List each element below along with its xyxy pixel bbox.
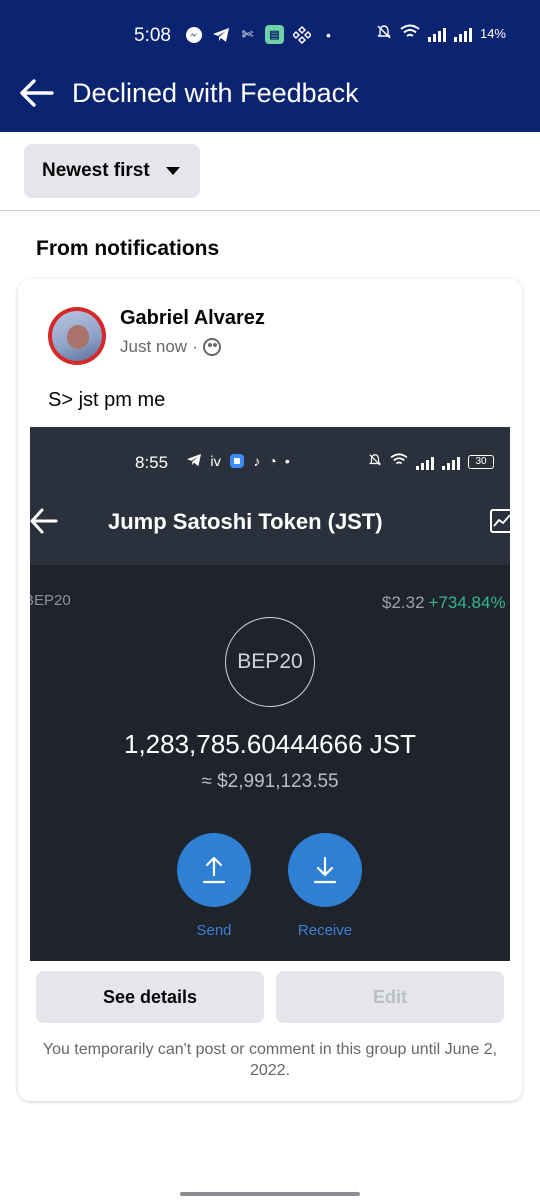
image-system-icons: 30 bbox=[368, 453, 494, 470]
page-title: Declined with Feedback bbox=[72, 78, 359, 108]
image-status-time: 8:55 bbox=[135, 453, 169, 472]
more-notifications-icon: • bbox=[284, 453, 290, 469]
app-icon: ⅳ bbox=[210, 453, 222, 469]
telegram-icon bbox=[211, 25, 230, 44]
chart-icon bbox=[490, 509, 510, 533]
image-notification-icons: ⅳ ♪ ◔ • bbox=[186, 453, 290, 472]
post-text: S> jst pm me bbox=[48, 389, 166, 411]
messenger-icon bbox=[184, 25, 203, 44]
edit-button: Edit bbox=[276, 971, 504, 1023]
divider bbox=[0, 210, 540, 211]
restriction-notice: You temporarily can't post or comment in… bbox=[42, 1041, 498, 1079]
image-price-value: $2.32 bbox=[382, 593, 425, 612]
signal-icon bbox=[427, 26, 446, 42]
section-title: From notifications bbox=[36, 237, 220, 260]
shopping-app-icon: ▤ bbox=[265, 25, 284, 44]
app-header: 5:08 ✄ ▤ • 14% Declined with Feedback bbox=[0, 0, 540, 132]
notification-icons: ✄ ▤ • bbox=[184, 25, 338, 44]
header-row: Declined with Feedback bbox=[0, 72, 540, 116]
signal-icon-2 bbox=[442, 454, 460, 470]
upload-arrow-icon bbox=[202, 856, 226, 884]
home-indicator[interactable] bbox=[180, 1192, 360, 1196]
post-card: Gabriel Alvarez Just now · S> jst pm me … bbox=[18, 279, 522, 1101]
send-label: Send bbox=[196, 922, 232, 939]
token-fiat-value: ≈ $2,991,123.55 bbox=[201, 771, 339, 792]
status-bar: 5:08 ✄ ▤ • 14% bbox=[0, 20, 540, 50]
blue-app-icon bbox=[229, 453, 245, 472]
tiktok-icon: ♪ bbox=[253, 453, 261, 469]
wifi-icon bbox=[390, 453, 408, 470]
image-token-title: Jump Satoshi Token (JST) bbox=[108, 509, 383, 534]
token-logo-text: BEP20 bbox=[237, 650, 303, 673]
token-amount: 1,283,785.60444666 JST bbox=[123, 729, 417, 759]
post-meta: Just now · bbox=[120, 337, 221, 357]
app-icon: ✄ bbox=[241, 26, 254, 42]
signal-icon bbox=[416, 454, 434, 470]
battery-level: 14% bbox=[479, 26, 506, 41]
receive-circle bbox=[288, 833, 362, 907]
see-details-button[interactable]: See details bbox=[36, 971, 264, 1023]
image-back-arrow-icon bbox=[30, 507, 58, 535]
group-privacy-icon bbox=[202, 338, 221, 356]
post-time: Just now bbox=[120, 337, 188, 356]
download-arrow-icon bbox=[313, 856, 337, 884]
image-network-label: BEP20 bbox=[30, 592, 71, 609]
meta-separator: · bbox=[192, 337, 198, 356]
receive-label: Receive bbox=[297, 922, 353, 939]
system-icons: 14% bbox=[376, 24, 506, 43]
wifi-icon bbox=[400, 24, 420, 43]
more-notifications-icon: • bbox=[326, 26, 331, 43]
sort-dropdown[interactable]: Newest first bbox=[24, 144, 200, 198]
token-logo: BEP20 bbox=[225, 617, 315, 707]
post-author[interactable]: Gabriel Alvarez bbox=[120, 307, 265, 330]
sort-label: Newest first bbox=[42, 160, 150, 181]
image-app-header: 8:55 ⅳ ♪ ◔ • 30 Jump Satoshi Token (JST) bbox=[30, 427, 510, 565]
binance-icon bbox=[292, 25, 311, 44]
mute-icon bbox=[376, 24, 392, 43]
avatar-photo bbox=[52, 311, 102, 361]
signal-icon-2 bbox=[453, 26, 472, 42]
back-arrow-icon[interactable] bbox=[20, 78, 54, 108]
telegram-icon bbox=[186, 453, 202, 472]
status-time: 5:08 bbox=[134, 25, 171, 46]
image-price-change: +734.84% bbox=[428, 593, 506, 612]
mute-icon bbox=[368, 453, 382, 470]
battery-icon: 30 bbox=[468, 454, 494, 469]
post-image[interactable]: 8:55 ⅳ ♪ ◔ • 30 Jump Satoshi Token (JST)… bbox=[30, 427, 510, 961]
browser-icon: ◔ bbox=[268, 453, 277, 469]
avatar[interactable] bbox=[48, 307, 106, 365]
image-price: $2.32 +734.84% bbox=[382, 593, 506, 613]
send-circle bbox=[177, 833, 251, 907]
avatar-face bbox=[67, 325, 89, 349]
caret-down-icon bbox=[165, 167, 180, 175]
